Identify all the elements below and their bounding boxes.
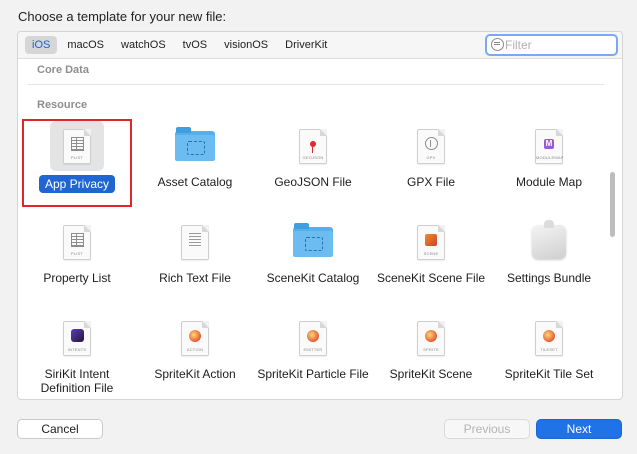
template-spritekit-particle-file[interactable]: EMITTER SpriteKit Particle File: [254, 310, 372, 399]
platform-tab-bar: iOS macOS watchOS tvOS visionOS DriverKi…: [18, 32, 622, 59]
template-rich-text-file[interactable]: Rich Text File: [136, 214, 254, 310]
section-core-data: Core Data: [37, 64, 89, 76]
dialog-heading: Choose a template for your new file:: [18, 9, 227, 24]
template-label: SceneKit Scene File: [376, 271, 486, 285]
new-file-dialog: Choose a template for your new file: iOS…: [0, 0, 637, 454]
spritekit-emitter-icon: EMITTER: [286, 313, 340, 363]
template-property-list[interactable]: PLIST Property List: [18, 214, 136, 310]
template-spritekit-tile-set[interactable]: TILESET SpriteKit Tile Set: [490, 310, 608, 399]
template-spritekit-scene[interactable]: SPRITE SpriteKit Scene: [372, 310, 490, 399]
selection-highlight: [22, 119, 132, 207]
spritekit-tileset-icon: TILESET: [522, 313, 576, 363]
template-geojson-file[interactable]: GEOJSON GeoJSON File: [254, 118, 372, 214]
template-module-map[interactable]: M MODULEMAP Module Map: [490, 118, 608, 214]
template-label: Property List: [43, 271, 111, 285]
next-button[interactable]: Next: [536, 419, 622, 439]
template-label: SpriteKit Scene: [389, 367, 473, 381]
scenekit-catalog-folder-icon: [286, 217, 340, 267]
cancel-button[interactable]: Cancel: [17, 419, 103, 439]
tab-ios[interactable]: iOS: [25, 36, 58, 54]
settings-bundle-icon: [522, 217, 576, 267]
template-label: GPX File: [406, 175, 455, 189]
scenekit-scene-icon: SCENE: [404, 217, 458, 267]
asset-catalog-folder-icon: [168, 121, 222, 171]
template-panel: iOS macOS watchOS tvOS visionOS DriverKi…: [17, 31, 623, 400]
module-map-icon: M MODULEMAP: [522, 121, 576, 171]
rich-text-icon: [168, 217, 222, 267]
template-app-privacy[interactable]: PLIST App Privacy: [18, 118, 136, 214]
plist-icon: PLIST: [50, 217, 104, 267]
tab-macos[interactable]: macOS: [60, 36, 111, 54]
template-scenekit-catalog[interactable]: SceneKit Catalog: [254, 214, 372, 310]
template-label: SpriteKit Action: [154, 367, 236, 381]
template-asset-catalog[interactable]: Asset Catalog: [136, 118, 254, 214]
template-label: Settings Bundle: [506, 271, 592, 285]
template-label: SceneKit Catalog: [266, 271, 360, 285]
template-gpx-file[interactable]: GPX GPX File: [372, 118, 490, 214]
template-label: SiriKit Intent Definition File: [40, 367, 114, 395]
section-divider: [28, 84, 604, 85]
gpx-icon: GPX: [404, 121, 458, 171]
filter-icon: [491, 38, 504, 51]
template-label: SpriteKit Tile Set: [504, 367, 594, 381]
tab-tvos[interactable]: tvOS: [176, 36, 214, 54]
template-settings-bundle[interactable]: Settings Bundle: [490, 214, 608, 310]
tab-watchos[interactable]: watchOS: [114, 36, 173, 54]
template-label: Asset Catalog: [157, 175, 233, 189]
geojson-icon: GEOJSON: [286, 121, 340, 171]
filter-field[interactable]: [485, 34, 618, 56]
template-spritekit-action[interactable]: ACTION SpriteKit Action: [136, 310, 254, 399]
template-label: Module Map: [515, 175, 583, 189]
template-label: GeoJSON File: [274, 175, 352, 189]
tab-driverkit[interactable]: DriverKit: [278, 36, 334, 54]
template-scenekit-scene-file[interactable]: SCENE SceneKit Scene File: [372, 214, 490, 310]
previous-button[interactable]: Previous: [444, 419, 530, 439]
template-label: Rich Text File: [159, 271, 231, 285]
template-label: SpriteKit Particle File: [257, 367, 369, 381]
section-resource: Resource: [37, 99, 88, 111]
spritekit-action-icon: ACTION: [168, 313, 222, 363]
vertical-scrollbar[interactable]: [610, 172, 615, 237]
filter-input[interactable]: [505, 36, 610, 54]
spritekit-scene-icon: SPRITE: [404, 313, 458, 363]
intents-icon: INTENTS: [50, 313, 104, 363]
tab-visionos[interactable]: visionOS: [217, 36, 275, 54]
template-sirikit-intent-definition[interactable]: INTENTS SiriKit Intent Definition File: [18, 310, 136, 399]
